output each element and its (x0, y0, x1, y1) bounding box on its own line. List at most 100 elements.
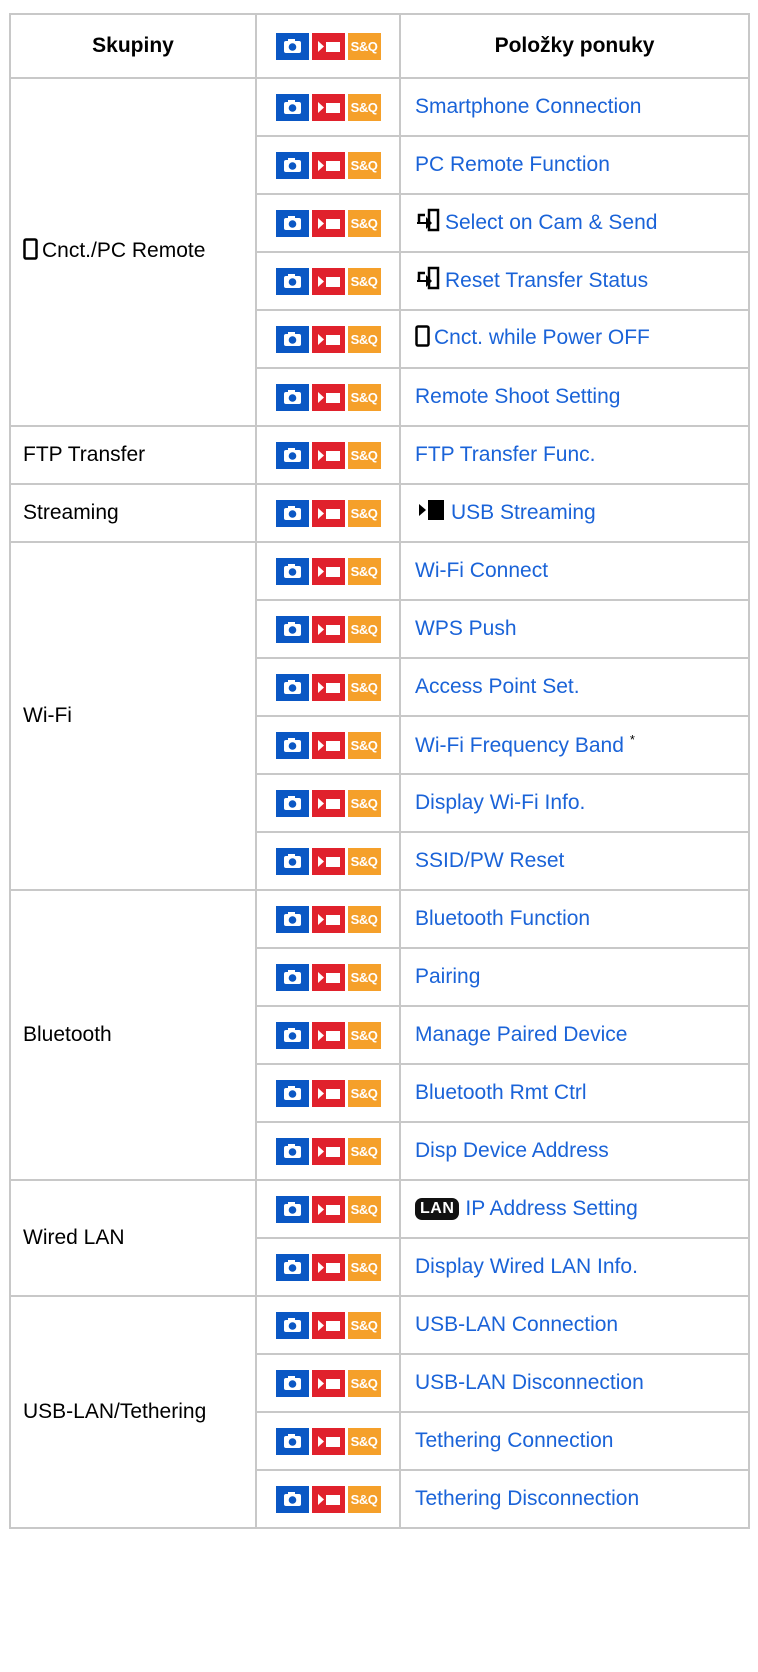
photo-mode-icon (275, 789, 309, 817)
menu-item-cell: USB-LAN Disconnection (399, 1353, 750, 1413)
streaming-icon (415, 498, 447, 528)
menu-body: Cnct./PC Remote S&Q Smartphone Connection S… (9, 77, 750, 1529)
menu-item-cell: Smartphone Connection (399, 77, 750, 137)
mode-icons-cell: S&Q (255, 1411, 401, 1471)
menu-item-link[interactable]: USB-LAN Disconnection (415, 1371, 644, 1394)
menu-item-cell: USB Streaming (399, 483, 750, 543)
menu-item-link[interactable]: IP Address Setting (465, 1197, 637, 1220)
menu-item-link[interactable]: WPS Push (415, 617, 517, 640)
sq-mode-icon: S&Q (347, 1311, 381, 1339)
sq-mode-icon: S&Q (347, 1021, 381, 1049)
sq-mode-icon: S&Q (347, 1137, 381, 1165)
mode-icons-cell: S&Q (255, 715, 401, 775)
header-groups: Skupiny (9, 13, 257, 79)
movie-mode-icon (311, 325, 345, 353)
menu-item-link[interactable]: Disp Device Address (415, 1139, 609, 1162)
mode-icons-cell: S&Q (255, 541, 401, 601)
menu-item-link[interactable]: PC Remote Function (415, 153, 610, 176)
menu-item-cell: Disp Device Address (399, 1121, 750, 1181)
group-label: Wi-Fi (23, 704, 72, 727)
photo-mode-icon (275, 963, 309, 991)
movie-mode-icon (311, 847, 345, 875)
mode-icons: S&Q (275, 905, 381, 933)
transfer-icon (415, 266, 441, 296)
photo-mode-icon (275, 1427, 309, 1455)
mode-icons: S&Q (275, 1021, 381, 1049)
menu-item-cell: Display Wi-Fi Info. (399, 773, 750, 833)
sq-mode-icon: S&Q (347, 267, 381, 295)
photo-mode-icon (275, 731, 309, 759)
header-row: Skupiny S&Q Položky ponuky (9, 13, 750, 79)
menu-item-link[interactable]: Tethering Connection (415, 1429, 613, 1452)
mode-icons-cell: S&Q (255, 1063, 401, 1123)
footnote-marker: * (629, 732, 635, 747)
photo-mode-icon (275, 209, 309, 237)
sq-mode-icon: S&Q (347, 1079, 381, 1107)
table-row: Cnct./PC Remote S&Q Smartphone Connection (9, 77, 750, 427)
movie-mode-icon (311, 267, 345, 295)
photo-mode-icon (275, 673, 309, 701)
menu-item-link[interactable]: Smartphone Connection (415, 95, 641, 118)
menu-item-link[interactable]: Pairing (415, 965, 480, 988)
header-modes: S&Q (255, 13, 401, 79)
menu-item-cell: Bluetooth Function (399, 889, 750, 949)
sq-mode-icon: S&Q (347, 1485, 381, 1513)
movie-mode-icon (311, 499, 345, 527)
menu-item-link[interactable]: USB Streaming (451, 501, 596, 524)
sq-mode-icon: S&Q (347, 32, 381, 60)
menu-item-link[interactable]: Bluetooth Rmt Ctrl (415, 1081, 587, 1104)
table-row: Wired LAN S&Q LAN IP Address Setting (9, 1179, 750, 1297)
mode-icons-cell: S&Q (255, 831, 401, 891)
mode-icons: S&Q (275, 847, 381, 875)
sq-mode-icon: S&Q (347, 673, 381, 701)
transfer-icon (415, 208, 441, 238)
menu-item-cell: Select on Cam & Send (399, 193, 750, 253)
menu-item-link[interactable]: Display Wired LAN Info. (415, 1255, 638, 1278)
menu-item-link[interactable]: Reset Transfer Status (445, 269, 648, 292)
menu-item-cell: Wi-Fi Frequency Band * (399, 715, 750, 775)
menu-item-link[interactable]: Wi-Fi Frequency Band (415, 734, 624, 757)
sq-mode-icon: S&Q (347, 325, 381, 353)
mode-icons-cell: S&Q (255, 193, 401, 253)
menu-item-link[interactable]: Tethering Disconnection (415, 1487, 639, 1510)
mode-icons: S&Q (275, 615, 381, 643)
photo-mode-icon (275, 1369, 309, 1397)
menu-item-link[interactable]: USB-LAN Connection (415, 1313, 618, 1336)
menu-item-link[interactable]: Display Wi-Fi Info. (415, 791, 585, 814)
menu-item-link[interactable]: Access Point Set. (415, 675, 580, 698)
menu-item-link[interactable]: Cnct. while Power OFF (434, 326, 650, 349)
menu-item-link[interactable]: Manage Paired Device (415, 1023, 627, 1046)
mode-icons-cell: S&Q (255, 773, 401, 833)
menu-item-cell: Remote Shoot Setting (399, 367, 750, 427)
table-row: USB-LAN/Tethering S&Q USB-LAN Connection (9, 1295, 750, 1529)
mode-icons-cell: S&Q (255, 77, 401, 137)
mode-icons: S&Q (275, 441, 381, 469)
mode-icons: S&Q (275, 1485, 381, 1513)
group-label: Wired LAN (23, 1226, 125, 1249)
sq-mode-icon: S&Q (347, 1253, 381, 1281)
movie-mode-icon (311, 1311, 345, 1339)
menu-item-link[interactable]: Select on Cam & Send (445, 211, 657, 234)
menu-item-link[interactable]: SSID/PW Reset (415, 849, 564, 872)
mode-icons: S&Q (275, 1311, 381, 1339)
mode-icons-cell: S&Q (255, 599, 401, 659)
mode-icons-cell: S&Q (255, 1005, 401, 1065)
group-cell: Streaming (9, 483, 257, 543)
photo-mode-icon (275, 1021, 309, 1049)
menu-item-link[interactable]: Bluetooth Function (415, 907, 590, 930)
photo-mode-icon (275, 847, 309, 875)
movie-mode-icon (311, 1427, 345, 1455)
menu-item-link[interactable]: Wi-Fi Connect (415, 559, 548, 582)
movie-mode-icon (311, 731, 345, 759)
menu-item-link[interactable]: FTP Transfer Func. (415, 443, 596, 466)
menu-item-link[interactable]: Remote Shoot Setting (415, 385, 620, 408)
photo-mode-icon (275, 1311, 309, 1339)
mode-icons: S&Q (275, 963, 381, 991)
photo-mode-icon (275, 267, 309, 295)
group-label: Cnct./PC Remote (42, 239, 206, 262)
mode-icons: S&Q (275, 209, 381, 237)
menu-item-cell: Tethering Connection (399, 1411, 750, 1471)
sq-mode-icon: S&Q (347, 383, 381, 411)
sq-mode-icon: S&Q (347, 557, 381, 585)
photo-mode-icon (275, 499, 309, 527)
